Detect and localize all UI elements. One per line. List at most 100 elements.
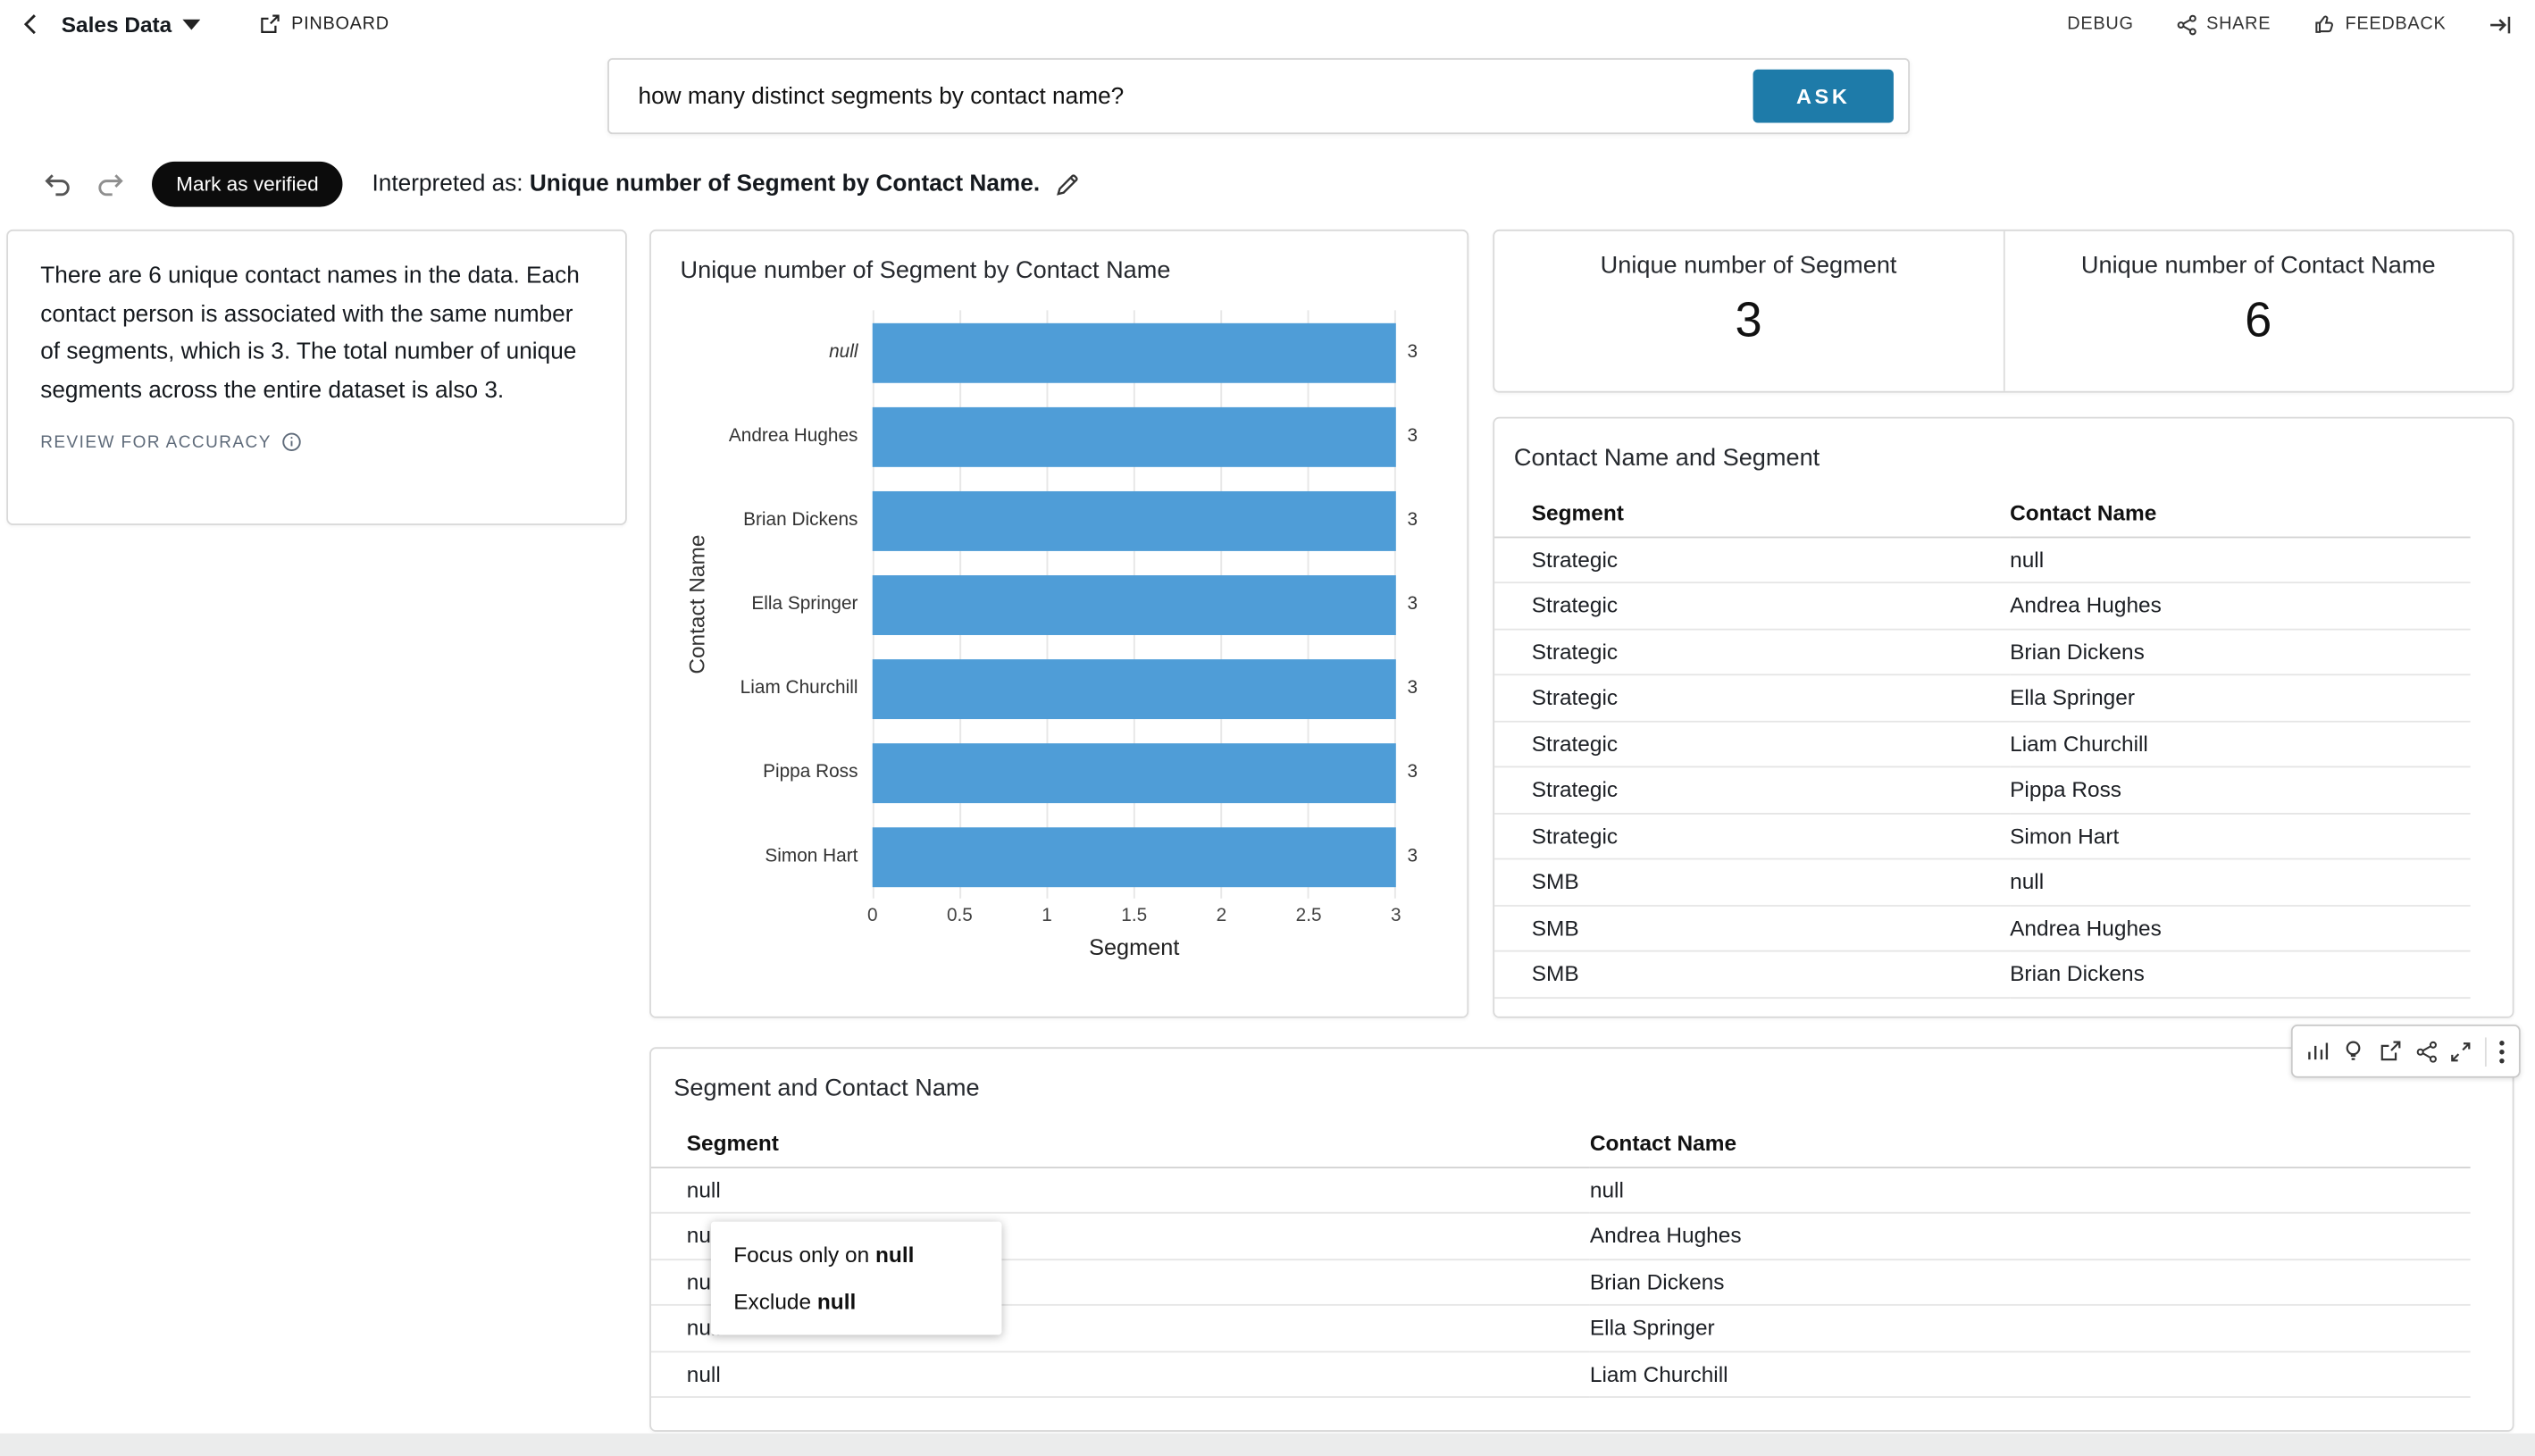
cell-contact[interactable]: Ella Springer <box>1590 1305 2471 1351</box>
bar[interactable] <box>873 742 1396 802</box>
cell-contact[interactable]: Andrea Hughes <box>2010 582 2471 629</box>
redo-icon[interactable] <box>96 171 126 198</box>
table-row: StrategicPippa Ross <box>1494 766 2471 813</box>
cell-segment[interactable]: null <box>651 1167 1590 1213</box>
expand-icon[interactable] <box>2449 1040 2472 1062</box>
debug-label: DEBUG <box>2067 14 2133 34</box>
table-row: StrategicElla Springer <box>1494 674 2471 721</box>
insight-lightbulb-icon[interactable] <box>2341 1039 2365 1063</box>
interpreted-prefix: Interpreted as: <box>372 172 523 197</box>
menu-item-prefix: Focus only on <box>733 1243 875 1267</box>
more-options-icon[interactable] <box>2498 1038 2506 1064</box>
table-title: Segment and Contact Name <box>673 1075 2512 1102</box>
table-row: SMBBrian Dickens <box>1494 951 2471 998</box>
cell-segment[interactable]: null <box>651 1351 1590 1397</box>
interpretation-row: Mark as verified Interpreted as: Unique … <box>42 162 1080 207</box>
info-icon[interactable] <box>281 431 303 453</box>
chart-bar-row: Ella Springer 3 <box>719 563 1438 647</box>
ask-input[interactable]: how many distinct segments by contact na… <box>638 83 1124 109</box>
bottom-scroll-strip[interactable] <box>0 1434 2535 1456</box>
x-tick: 2.5 <box>1296 907 1322 926</box>
edit-icon[interactable] <box>1054 172 1080 197</box>
undo-icon[interactable] <box>42 171 72 198</box>
menu-item-exclude[interactable]: Exclude null <box>711 1278 1002 1325</box>
cell-segment[interactable]: Strategic <box>1494 766 2010 813</box>
cell-contact[interactable]: Brian Dickens <box>2010 951 2471 998</box>
collapse-panel-icon[interactable] <box>2489 13 2513 37</box>
cell-segment[interactable]: Strategic <box>1494 813 2010 859</box>
insight-card: There are 6 unique contact names in the … <box>6 230 627 525</box>
cell-segment[interactable]: SMB <box>1494 859 2010 906</box>
chart-type-icon[interactable] <box>2305 1039 2329 1063</box>
cell-contact[interactable]: Andrea Hughes <box>2010 905 2471 951</box>
cell-contact[interactable]: Andrea Hughes <box>1590 1213 2471 1259</box>
pinboard-button[interactable]: PINBOARD <box>259 13 389 35</box>
menu-item-prefix: Exclude <box>733 1290 817 1314</box>
pin-to-pinboard-icon[interactable] <box>2378 1039 2402 1063</box>
bar[interactable] <box>873 406 1396 466</box>
bar-value-label: 3 <box>1396 427 1438 447</box>
cell-contact[interactable]: null <box>2010 859 2471 906</box>
share-visual-icon[interactable] <box>2414 1040 2437 1062</box>
ask-button[interactable]: ASK <box>1753 70 1894 123</box>
table-header-row: Segment Contact Name <box>1494 491 2471 537</box>
bar[interactable] <box>873 658 1396 718</box>
mark-as-verified-button[interactable]: Mark as verified <box>152 162 343 207</box>
chart-bar-row: Simon Hart 3 <box>719 815 1438 899</box>
feedback-button[interactable]: FEEDBACK <box>2313 13 2446 35</box>
bar[interactable] <box>873 574 1396 634</box>
cell-segment[interactable]: Strategic <box>1494 629 2010 675</box>
share-button[interactable]: SHARE <box>2176 13 2271 35</box>
visual-toolbar <box>2291 1025 2521 1078</box>
cell-contact[interactable]: null <box>1590 1167 2471 1213</box>
cell-segment[interactable]: Strategic <box>1494 537 2010 583</box>
column-header: Segment <box>1494 491 2010 537</box>
bar[interactable] <box>873 490 1396 550</box>
back-icon[interactable] <box>20 12 46 38</box>
cell-contact[interactable]: Brian Dickens <box>2010 629 2471 675</box>
x-tick: 0.5 <box>947 907 973 926</box>
dataset-selector[interactable]: Sales Data <box>62 13 201 37</box>
cell-contact[interactable]: null <box>2010 537 2471 583</box>
interpreted-query: Unique number of Segment by Contact Name… <box>530 172 1040 197</box>
cell-contact[interactable]: Pippa Ross <box>2010 766 2471 813</box>
column-header: Contact Name <box>1590 1122 2471 1167</box>
pinboard-icon <box>259 13 281 35</box>
kpi-title: Unique number of Segment <box>1494 252 2003 280</box>
debug-button[interactable]: DEBUG <box>2067 14 2133 34</box>
cell-contact[interactable]: Ella Springer <box>2010 674 2471 721</box>
ask-bar: how many distinct segments by contact na… <box>607 58 1910 134</box>
cell-contact[interactable]: Liam Churchill <box>1590 1351 2471 1397</box>
menu-item-focus[interactable]: Focus only on null <box>711 1232 1002 1278</box>
cell-contact[interactable]: Simon Hart <box>2010 813 2471 859</box>
cell-contact[interactable]: Brian Dickens <box>1590 1259 2471 1305</box>
category-label: Liam Churchill <box>719 679 873 699</box>
thumbs-up-icon <box>2313 13 2335 35</box>
bar-value-label: 3 <box>1396 511 1438 531</box>
kpi-contact-name: Unique number of Contact Name 6 <box>2003 231 2513 391</box>
toolbar-divider <box>2484 1037 2486 1067</box>
chart-bar-row: Brian Dickens 3 <box>719 478 1438 562</box>
column-header: Segment <box>651 1122 1590 1167</box>
bar[interactable] <box>873 322 1396 382</box>
category-label: Simon Hart <box>719 847 873 866</box>
interpreted-as-text: Interpreted as: Unique number of Segment… <box>372 172 1040 197</box>
cell-segment[interactable]: Strategic <box>1494 582 2010 629</box>
share-icon <box>2176 13 2197 35</box>
category-label: Ella Springer <box>719 595 873 615</box>
chart-bar-row: Liam Churchill 3 <box>719 647 1438 731</box>
kpi-title: Unique number of Contact Name <box>2004 252 2513 280</box>
kpi-value: 3 <box>1494 294 2003 349</box>
bar[interactable] <box>873 826 1396 886</box>
cell-segment[interactable]: SMB <box>1494 951 2010 998</box>
cell-segment[interactable]: SMB <box>1494 905 2010 951</box>
cell-contact[interactable]: Liam Churchill <box>2010 721 2471 767</box>
menu-item-target: null <box>817 1290 856 1314</box>
feedback-label: FEEDBACK <box>2345 14 2446 34</box>
bar-value-label: 3 <box>1396 763 1438 782</box>
table-row: Strategicnull <box>1494 537 2471 583</box>
x-tick: 3 <box>1391 907 1401 926</box>
cell-segment[interactable]: Strategic <box>1494 674 2010 721</box>
chart-title: Unique number of Segment by Contact Name <box>681 257 1438 285</box>
cell-segment[interactable]: Strategic <box>1494 721 2010 767</box>
